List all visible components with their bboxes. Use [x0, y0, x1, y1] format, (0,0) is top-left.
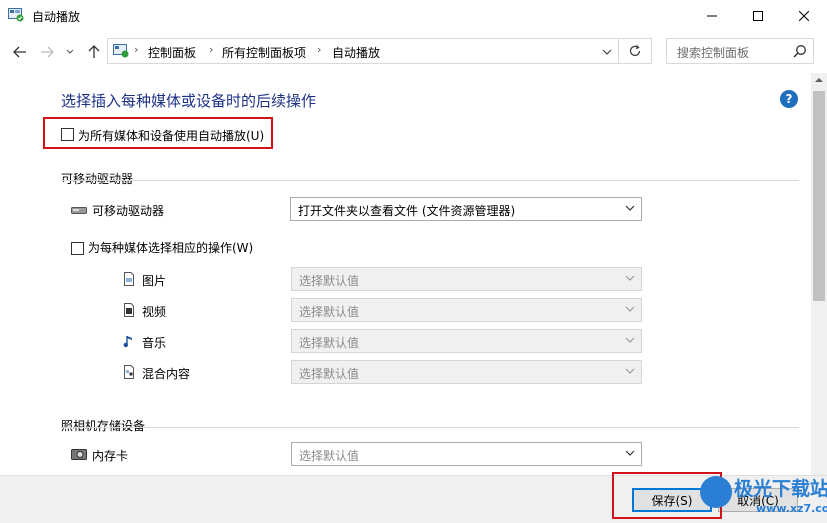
removable-drive-action-value: 打开文件夹以查看文件 (文件资源管理器)	[298, 204, 516, 218]
watermark-brand: 极光下载站	[734, 478, 827, 500]
removable-drives-section-title: 可移动驱动器	[61, 172, 134, 186]
music-file-icon	[123, 336, 132, 348]
removable-drive-action-select[interactable]: 打开文件夹以查看文件 (文件资源管理器)	[290, 197, 642, 221]
autoplay-settings-panel: 选择插入每种媒体或设备时的后续操作 ? 为所有媒体和设备使用自动播放(U) 可移…	[0, 73, 811, 475]
chevron-down-icon	[625, 337, 635, 343]
memory-card-action-value: 选择默认值	[299, 449, 360, 463]
chevron-down-icon	[625, 450, 635, 456]
close-button[interactable]	[781, 0, 827, 31]
address-bar[interactable]: › 控制面板 › 所有控制面板项 › 自动播放	[107, 38, 619, 64]
video-file-icon	[124, 303, 134, 317]
music-label: 音乐	[142, 336, 167, 350]
breadcrumb-separator: ›	[317, 43, 322, 56]
picture-action-select[interactable]: 选择默认值	[291, 267, 642, 291]
use-autoplay-all-checkbox[interactable]	[61, 128, 74, 141]
refresh-icon	[629, 45, 641, 57]
back-button[interactable]	[11, 43, 29, 61]
picture-label: 图片	[142, 274, 167, 288]
help-icon[interactable]: ?	[780, 90, 798, 108]
chevron-down-icon	[66, 49, 74, 54]
removable-drive-label: 可移动驱动器	[92, 204, 165, 218]
address-history-button[interactable]	[602, 45, 612, 59]
breadcrumb-autoplay[interactable]: 自动播放	[332, 44, 380, 61]
forward-button[interactable]	[38, 43, 56, 61]
mixed-content-action-value: 选择默认值	[299, 367, 360, 381]
up-button[interactable]	[85, 43, 103, 61]
picture-file-icon	[124, 272, 134, 286]
minimize-button[interactable]	[689, 0, 735, 31]
per-media-label[interactable]: 为每种媒体选择相应的操作(W)	[88, 239, 253, 256]
control-panel-icon	[113, 44, 129, 58]
music-action-select[interactable]: 选择默认值	[291, 329, 642, 353]
back-arrow-icon	[13, 46, 26, 58]
window-title: 自动播放	[32, 10, 81, 24]
search-icon[interactable]	[793, 44, 807, 61]
control-panel-icon	[8, 8, 24, 22]
memory-card-label: 内存卡	[92, 449, 129, 463]
removable-drive-icon	[71, 207, 87, 214]
memory-card-icon	[71, 449, 87, 460]
breadcrumb-separator: ›	[209, 43, 214, 56]
maximize-icon	[753, 10, 763, 21]
breadcrumb-all-items[interactable]: 所有控制面板项	[222, 44, 306, 61]
search-input[interactable]: 搜索控制面板	[666, 38, 814, 64]
mixed-content-action-select[interactable]: 选择默认值	[291, 360, 642, 384]
breadcrumb-control-panel[interactable]: 控制面板	[148, 44, 196, 61]
page-title: 选择插入每种媒体或设备时的后续操作	[61, 92, 317, 110]
scroll-up-icon[interactable]	[815, 77, 823, 83]
search-placeholder: 搜索控制面板	[677, 46, 750, 60]
video-action-value: 选择默认值	[299, 305, 360, 319]
section-divider	[61, 427, 799, 428]
chevron-down-icon	[625, 275, 635, 281]
camera-storage-section-title: 照相机存储设备	[61, 419, 146, 433]
use-autoplay-all-label[interactable]: 为所有媒体和设备使用自动播放(U)	[78, 127, 264, 144]
forward-arrow-icon	[41, 46, 54, 58]
up-arrow-icon	[88, 45, 100, 58]
close-icon	[799, 10, 809, 21]
video-action-select[interactable]: 选择默认值	[291, 298, 642, 322]
section-divider	[61, 180, 799, 181]
maximize-button[interactable]	[735, 0, 781, 31]
watermark-url: www.xz7.com	[756, 502, 827, 515]
chevron-down-icon	[602, 49, 612, 55]
vertical-scrollbar[interactable]	[811, 73, 827, 475]
mixed-content-label: 混合内容	[142, 367, 191, 381]
video-label: 视频	[142, 305, 167, 319]
mixed-content-icon	[124, 365, 134, 379]
refresh-button[interactable]	[619, 38, 652, 64]
chevron-down-icon	[625, 368, 635, 374]
per-media-checkbox[interactable]	[71, 242, 84, 255]
breadcrumb-separator: ›	[134, 43, 139, 56]
music-action-value: 选择默认值	[299, 336, 360, 350]
picture-action-value: 选择默认值	[299, 274, 360, 288]
chevron-down-icon	[625, 306, 635, 312]
watermark-logo-icon	[700, 476, 732, 508]
scrollbar-thumb[interactable]	[813, 91, 825, 301]
minimize-icon	[707, 15, 717, 16]
watermark: 极光下载站 www.xz7.com	[696, 472, 827, 520]
chevron-down-icon	[625, 205, 635, 211]
memory-card-action-select[interactable]: 选择默认值	[291, 442, 642, 466]
recent-locations-button[interactable]	[64, 43, 76, 61]
title-bar: 自动播放	[0, 0, 827, 31]
